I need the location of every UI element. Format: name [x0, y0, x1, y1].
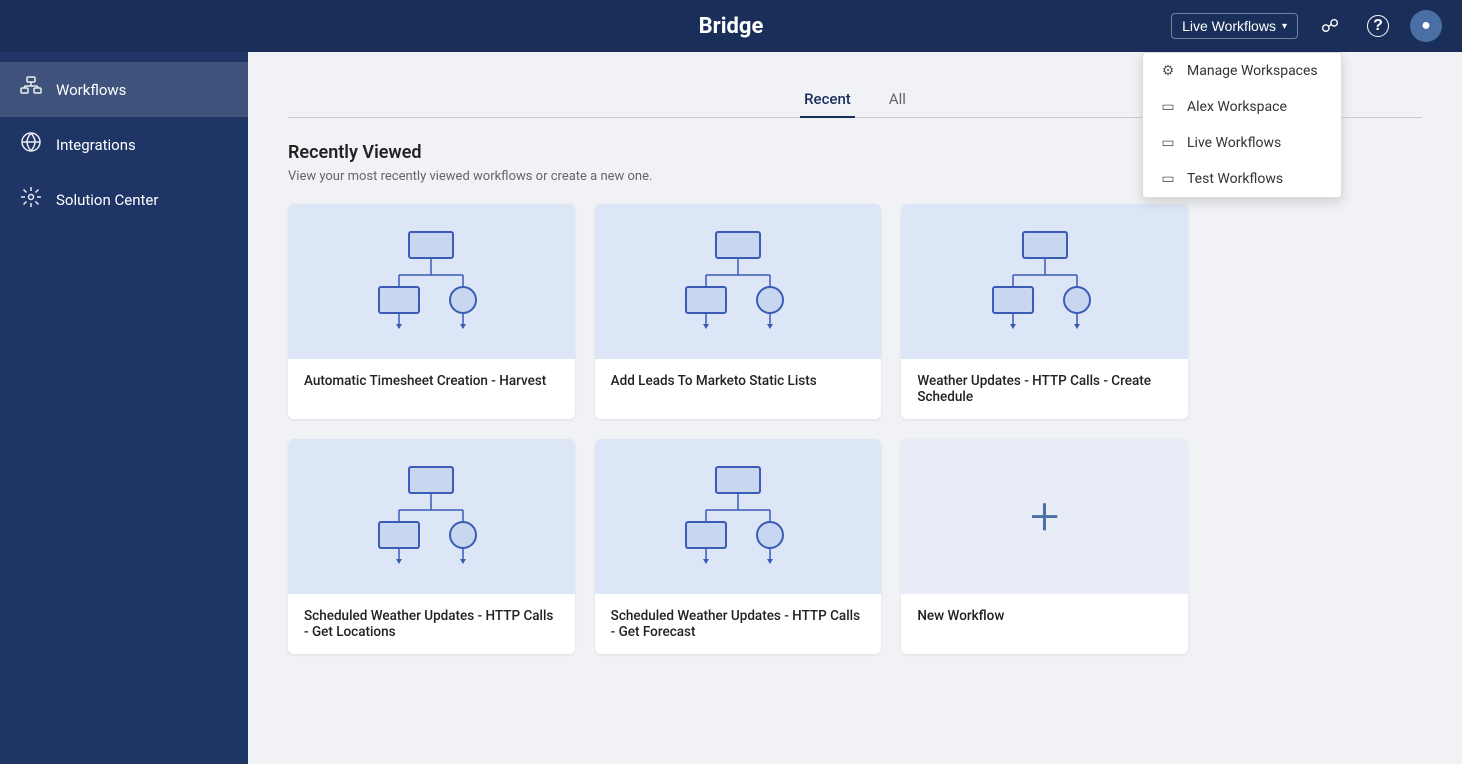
avatar-icon: ● [1421, 17, 1431, 35]
new-workflow-thumbnail: + [901, 439, 1188, 594]
workspace-dropdown-button[interactable]: Live Workflows ▾ [1171, 13, 1298, 39]
solution-center-icon [20, 186, 42, 213]
chat-button[interactable]: ☍ [1314, 10, 1346, 42]
workflow-card-2[interactable]: Add Leads To Marketo Static Lists [595, 204, 882, 419]
workspace-dropdown-menu: ⚙ Manage Workspaces ▭ Alex Workspace ▭ L… [1142, 52, 1342, 198]
sidebar-item-workflows-label: Workflows [56, 81, 126, 99]
help-icon: ? [1367, 15, 1389, 37]
gear-icon: ⚙ [1159, 63, 1177, 79]
card-label-1: Automatic Timesheet Creation - Harvest [288, 359, 575, 419]
workflow-card-4[interactable]: Scheduled Weather Updates - HTTP Calls -… [288, 439, 575, 654]
card-thumbnail-1 [288, 204, 575, 359]
sidebar-item-solution-center-label: Solution Center [56, 191, 158, 209]
dropdown-item-alex-workspace[interactable]: ▭ Alex Workspace [1143, 89, 1341, 125]
card-thumbnail-4 [288, 439, 575, 594]
tab-recent[interactable]: Recent [800, 82, 855, 118]
workflow-card-3[interactable]: Weather Updates - HTTP Calls - Create Sc… [901, 204, 1188, 419]
new-workflow-card[interactable]: + New Workflow [901, 439, 1188, 654]
dropdown-item-test-workflows[interactable]: ▭ Test Workflows [1143, 161, 1341, 197]
help-button[interactable]: ? [1362, 10, 1394, 42]
sidebar-item-integrations[interactable]: Integrations [0, 117, 248, 172]
dropdown-item-label: Live Workflows [1187, 135, 1281, 151]
dropdown-item-label: Alex Workspace [1187, 99, 1287, 115]
workspace-icon-2: ▭ [1159, 135, 1177, 151]
workspace-dropdown-label: Live Workflows [1182, 18, 1276, 34]
card-label-2: Add Leads To Marketo Static Lists [595, 359, 882, 419]
workflow-grid: Automatic Timesheet Creation - Harvest [288, 204, 1188, 654]
tab-all-label: All [889, 90, 906, 108]
card-label-4: Scheduled Weather Updates - HTTP Calls -… [288, 594, 575, 654]
integrations-icon [20, 131, 42, 158]
tab-recent-label: Recent [804, 90, 851, 108]
sidebar-item-solution-center[interactable]: Solution Center [0, 172, 248, 227]
dropdown-item-label: Test Workflows [1187, 171, 1283, 187]
top-nav-right: Live Workflows ▾ ☍ ? ● [1171, 10, 1442, 42]
workflows-icon [20, 76, 42, 103]
workflow-card-5[interactable]: Scheduled Weather Updates - HTTP Calls -… [595, 439, 882, 654]
workspace-icon-1: ▭ [1159, 99, 1177, 115]
dropdown-item-live-workflows[interactable]: ▭ Live Workflows [1143, 125, 1341, 161]
card-thumbnail-5 [595, 439, 882, 594]
plus-icon: + [1030, 491, 1059, 543]
sidebar-item-workflows[interactable]: Workflows [0, 62, 248, 117]
card-label-3: Weather Updates - HTTP Calls - Create Sc… [901, 359, 1188, 419]
card-label-5: Scheduled Weather Updates - HTTP Calls -… [595, 594, 882, 654]
card-thumbnail-2 [595, 204, 882, 359]
workflow-card-1[interactable]: Automatic Timesheet Creation - Harvest [288, 204, 575, 419]
top-nav: Bridge Live Workflows ▾ ☍ ? ● ⚙ Manage W… [0, 0, 1462, 52]
card-label-6: New Workflow [901, 594, 1188, 654]
workspace-icon-3: ▭ [1159, 171, 1177, 187]
dropdown-item-manage-workspaces[interactable]: ⚙ Manage Workspaces [1143, 53, 1341, 89]
chat-icon: ☍ [1321, 16, 1339, 37]
avatar-button[interactable]: ● [1410, 10, 1442, 42]
app-title: Bridge [699, 14, 764, 39]
tab-all[interactable]: All [885, 82, 910, 118]
sidebar-item-integrations-label: Integrations [56, 136, 136, 154]
sidebar: Workflows Integrations [0, 52, 248, 764]
chevron-down-icon: ▾ [1282, 21, 1287, 32]
dropdown-item-label: Manage Workspaces [1187, 63, 1318, 79]
card-thumbnail-3 [901, 204, 1188, 359]
